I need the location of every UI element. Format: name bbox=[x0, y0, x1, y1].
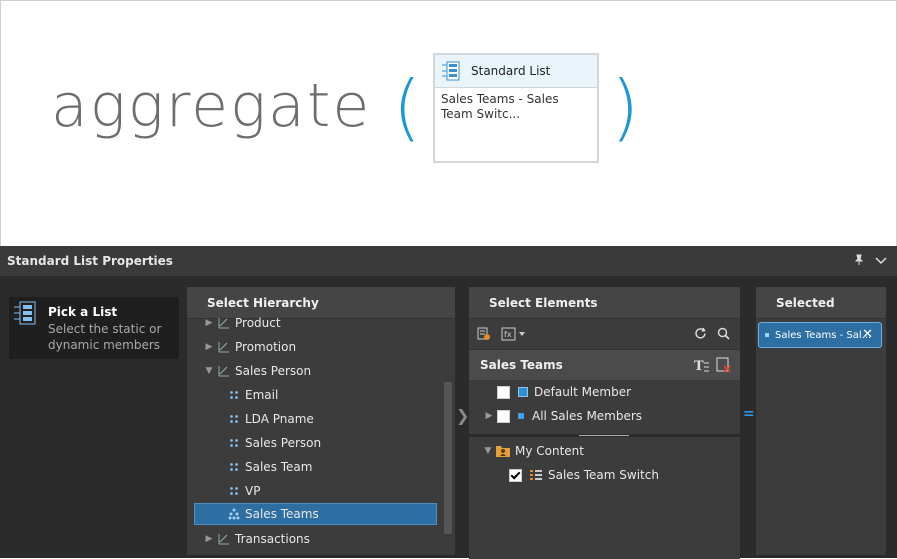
chip-label: Sales Teams - Sal... bbox=[775, 329, 872, 341]
level-label: Sales Person bbox=[245, 436, 322, 450]
card-title: Standard List bbox=[471, 64, 551, 78]
member-checkbox[interactable] bbox=[497, 409, 510, 423]
level-item-sales-person[interactable]: Sales Person bbox=[187, 431, 455, 455]
hierarchy-item-transactions[interactable]: ▶ Transactions bbox=[187, 527, 455, 547]
chip-member-icon bbox=[765, 333, 769, 337]
splitter-handle[interactable] bbox=[469, 434, 740, 437]
hierarchy-label: Sales Person bbox=[235, 364, 312, 378]
standard-list-card[interactable]: Standard List Sales Teams - Sales Team S… bbox=[433, 53, 599, 163]
formula-canvas: aggregate ( Standard List Sales Teams - … bbox=[0, 0, 897, 247]
level-label: Email bbox=[245, 388, 279, 402]
level-label: Sales Teams bbox=[245, 507, 319, 521]
hierarchy-label: Transactions bbox=[235, 532, 310, 546]
function-name: aggregate bbox=[51, 71, 372, 141]
panel-header: Standard List Properties bbox=[0, 246, 897, 276]
level-item-lda-pname[interactable]: LDA Pname bbox=[187, 407, 455, 431]
elements-column: Select Elements fx Sales Teams T Default… bbox=[469, 287, 740, 559]
standard-list-icon bbox=[442, 61, 460, 81]
clear-filter-icon[interactable] bbox=[716, 357, 732, 373]
svg-text:fx: fx bbox=[504, 330, 512, 339]
member-row[interactable]: Default Member bbox=[469, 380, 740, 404]
hierarchy-icon bbox=[218, 318, 229, 329]
level-item-email[interactable]: Email bbox=[187, 383, 455, 407]
hierarchy-item-sales-person[interactable]: ▼ Sales Person bbox=[187, 359, 455, 383]
level-icon bbox=[229, 414, 239, 424]
chevron-down-icon[interactable] bbox=[875, 254, 887, 266]
open-paren: ( bbox=[393, 65, 422, 149]
chevron-right-icon[interactable]: ▶ bbox=[201, 534, 217, 544]
text-format-icon[interactable]: T bbox=[694, 357, 710, 373]
content-item-row[interactable]: Sales Team Switch bbox=[469, 463, 740, 487]
member-row[interactable]: ▶ All Sales Members bbox=[469, 404, 740, 428]
selected-header: Selected bbox=[756, 287, 886, 319]
pin-icon[interactable] bbox=[853, 254, 865, 266]
level-label: VP bbox=[245, 484, 261, 498]
hierarchy-item-promotion[interactable]: ▶ Promotion bbox=[187, 335, 455, 359]
panel-title: Standard List Properties bbox=[7, 254, 173, 268]
hierarchy-column: Select Hierarchy ▶ Product ▶ Promotion ▼… bbox=[187, 287, 455, 555]
nav-title: Pick a List bbox=[48, 305, 118, 319]
level-icon bbox=[229, 390, 239, 400]
svg-text:T: T bbox=[694, 359, 704, 373]
list-icon bbox=[530, 470, 542, 480]
chevron-right-icon[interactable]: ❯ bbox=[456, 406, 469, 425]
content-item-label: Sales Team Switch bbox=[548, 468, 659, 482]
selected-chip[interactable]: Sales Teams - Sal... ✕ bbox=[758, 322, 882, 348]
hierarchy-item-product[interactable]: ▶ Product bbox=[187, 311, 455, 335]
chevron-right-icon[interactable]: ▶ bbox=[201, 342, 217, 352]
member-checkbox[interactable] bbox=[497, 385, 510, 399]
folder-user-icon bbox=[496, 446, 510, 457]
elements-header: Select Elements bbox=[469, 287, 740, 319]
member-label: Default Member bbox=[534, 385, 632, 399]
refresh-icon[interactable] bbox=[694, 327, 707, 340]
content-folder-row[interactable]: ▼ My Content bbox=[469, 439, 740, 463]
chevron-right-icon[interactable]: ▶ bbox=[201, 318, 217, 328]
card-body: Sales Teams - Sales Team Switc... bbox=[441, 92, 559, 121]
level-label: Sales Team bbox=[245, 460, 313, 474]
search-icon[interactable] bbox=[717, 327, 730, 340]
chevron-right-icon[interactable]: ▶ bbox=[481, 411, 497, 421]
hierarchy-scrollbar[interactable] bbox=[444, 382, 452, 534]
default-member-icon bbox=[518, 387, 528, 397]
chevron-down-icon[interactable]: ▼ bbox=[481, 446, 495, 456]
content-item-checkbox[interactable] bbox=[509, 468, 522, 482]
level-icon bbox=[229, 462, 239, 472]
level-icon bbox=[229, 486, 239, 496]
nav-pick-a-list[interactable]: Pick a List Select the static or dynamic… bbox=[9, 297, 179, 359]
properties-panel: Standard List Properties Pick a List Sel… bbox=[0, 246, 897, 559]
member-label: All Sales Members bbox=[532, 409, 643, 423]
chevron-down-icon[interactable]: ▼ bbox=[201, 366, 217, 376]
equals-icon: = bbox=[743, 406, 755, 422]
close-paren: ) bbox=[611, 65, 640, 149]
elements-toolbar: fx bbox=[469, 319, 740, 350]
tree-icon bbox=[228, 508, 240, 520]
level-item-vp[interactable]: VP bbox=[187, 479, 455, 503]
level-label: LDA Pname bbox=[245, 412, 314, 426]
level-icon bbox=[229, 438, 239, 448]
hierarchy-label: Promotion bbox=[235, 340, 297, 354]
hierarchy-icon bbox=[218, 342, 229, 353]
level-item-sales-team[interactable]: Sales Team bbox=[187, 455, 455, 479]
hierarchy-icon bbox=[218, 366, 229, 377]
level-item-sales-teams[interactable]: Sales Teams bbox=[194, 503, 437, 525]
hierarchy-label: Product bbox=[235, 316, 281, 330]
close-icon[interactable]: ✕ bbox=[862, 327, 873, 342]
member-icon bbox=[518, 413, 524, 419]
standard-list-icon bbox=[14, 301, 36, 325]
nav-subtitle: Select the static or dynamic members bbox=[48, 322, 162, 352]
content-folder-label: My Content bbox=[515, 444, 584, 458]
section-title: Sales Teams bbox=[480, 358, 563, 372]
member-settings-icon[interactable] bbox=[477, 327, 491, 341]
formula-icon[interactable]: fx bbox=[501, 327, 525, 341]
selected-column: Selected Sales Teams - Sal... ✕ bbox=[756, 287, 886, 555]
hierarchy-icon bbox=[218, 534, 229, 545]
section-header: Sales Teams T bbox=[469, 350, 740, 380]
